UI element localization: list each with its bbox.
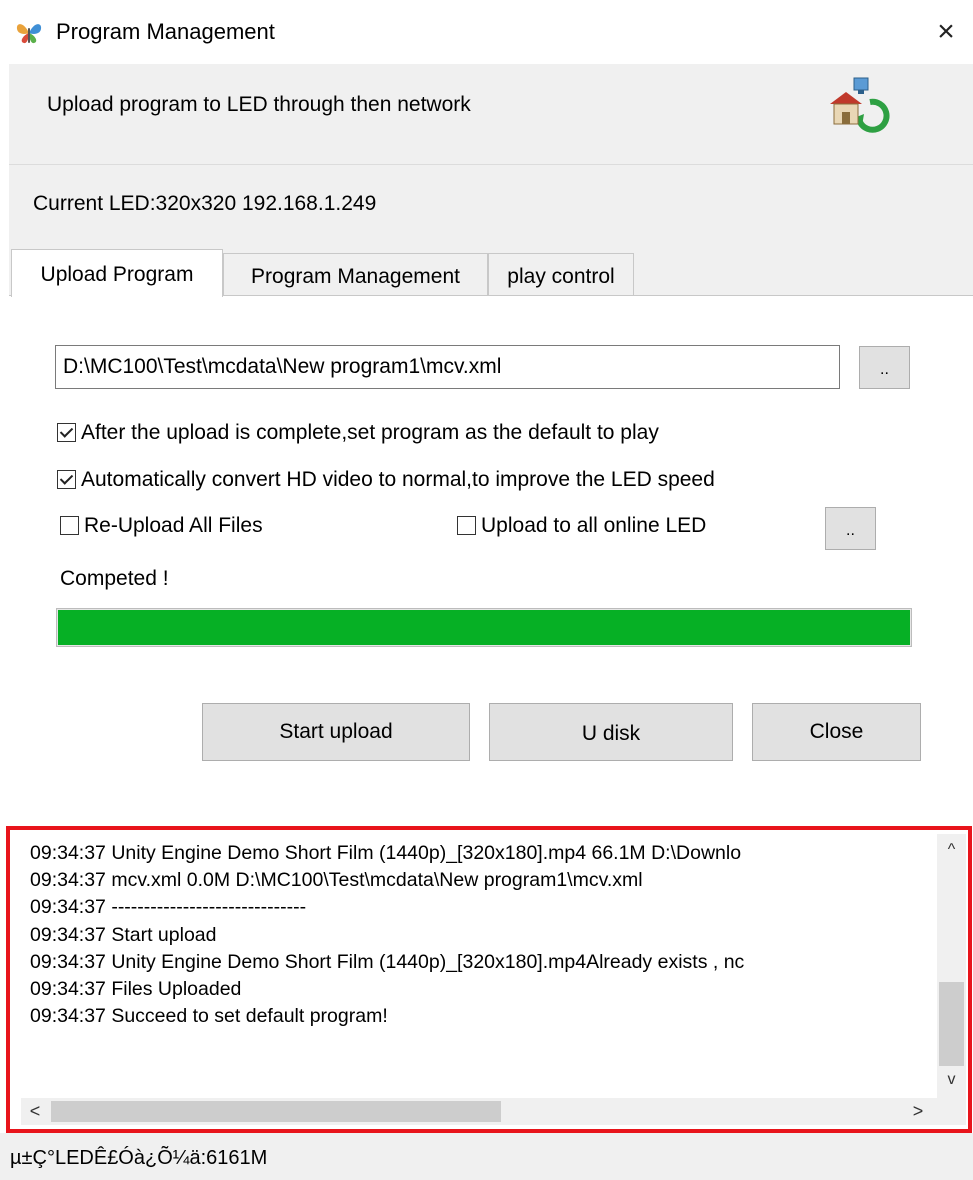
log-line: 09:34:37 mcv.xml 0.0M D:\MC100\Test\mcda… — [30, 869, 643, 892]
u-disk-button[interactable]: U disk — [489, 703, 733, 761]
all-online-led-label: Upload to all online LED — [481, 514, 707, 537]
log-line: 09:34:37 Unity Engine Demo Short Film (1… — [30, 842, 742, 864]
current-led-label: Current LED:320x320 192.168.1.249 — [33, 192, 377, 215]
scroll-down-arrow-icon[interactable]: v — [937, 1068, 966, 1092]
log-line: 09:34:37 ------------------------------ — [30, 896, 307, 919]
reupload-all-label: Re-Upload All Files — [84, 514, 263, 537]
select-led-button[interactable]: .. — [825, 507, 876, 550]
tab-program-management[interactable]: Program Management — [223, 253, 488, 295]
tab-play-control[interactable]: play control — [488, 253, 634, 295]
scroll-up-arrow-icon[interactable]: ^ — [937, 838, 966, 862]
upload-status-text: Competed ! — [60, 567, 169, 590]
reupload-all-checkbox-box[interactable] — [60, 516, 79, 535]
convert-hd-checkbox-box[interactable] — [57, 470, 76, 489]
upload-progress-fill — [58, 610, 910, 645]
log-line: 09:34:37 Unity Engine Demo Short Film (1… — [30, 950, 745, 973]
convert-hd-label: Automatically convert HD video to normal… — [81, 468, 715, 491]
butterfly-app-icon — [16, 24, 42, 44]
window-close-button[interactable]: × — [928, 12, 964, 52]
log-horizontal-scrollbar[interactable]: < > — [21, 1098, 937, 1125]
close-button[interactable]: Close — [752, 703, 921, 761]
browse-path-button[interactable]: .. — [859, 346, 910, 389]
log-line: 09:34:37 Files Uploaded — [30, 978, 242, 1001]
tab-upload-program[interactable]: Upload Program — [11, 249, 223, 297]
upload-log[interactable]: 09:34:37 Unity Engine Demo Short Film (1… — [21, 834, 966, 1125]
scroll-left-arrow-icon[interactable]: < — [23, 1098, 47, 1125]
scrollbar-corner — [937, 1098, 966, 1125]
all-online-led-checkbox[interactable]: Upload to all online LED — [457, 513, 706, 539]
network-house-icon — [830, 77, 890, 133]
set-default-checkbox[interactable]: After the upload is complete,set program… — [57, 420, 659, 446]
start-upload-button[interactable]: Start upload — [202, 703, 470, 761]
all-online-led-checkbox-box[interactable] — [457, 516, 476, 535]
reupload-all-checkbox[interactable]: Re-Upload All Files — [60, 513, 263, 539]
convert-hd-checkbox[interactable]: Automatically convert HD video to normal… — [57, 467, 715, 493]
vertical-scroll-thumb[interactable] — [939, 982, 964, 1066]
log-vertical-scrollbar[interactable]: ^ v — [937, 834, 966, 1098]
scroll-right-arrow-icon[interactable]: > — [905, 1098, 931, 1125]
header-description: Upload program to LED through then netwo… — [47, 93, 471, 116]
log-line: 09:34:37 Succeed to set default program! — [30, 1005, 388, 1028]
program-path-input[interactable] — [55, 345, 840, 389]
log-lines: 09:34:37 Unity Engine Demo Short Film (1… — [30, 840, 935, 1030]
status-bar-text: µ±Ç°LEDÊ£Óà¿Õ¼ä:6161M — [10, 1147, 268, 1169]
log-line: 09:34:37 Start upload — [30, 923, 217, 946]
window-title: Program Management — [56, 19, 275, 44]
set-default-checkbox-box[interactable] — [57, 423, 76, 442]
upload-progress-bar — [56, 608, 912, 647]
horizontal-scroll-thumb[interactable] — [51, 1101, 501, 1122]
set-default-label: After the upload is complete,set program… — [81, 421, 659, 444]
